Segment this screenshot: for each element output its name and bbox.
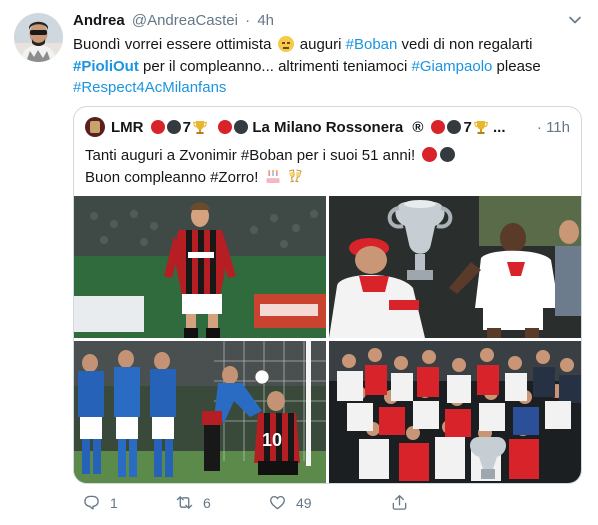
quoted-name-part: 7 — [182, 118, 192, 136]
retweet-button[interactable]: 6 — [176, 494, 211, 511]
text-segment: auguri — [299, 36, 342, 53]
svg-text:10: 10 — [262, 430, 282, 450]
tweet[interactable]: Andrea @AndreaCastei · 4h Buondì vorrei … — [0, 0, 598, 525]
black-circle-icon — [166, 119, 181, 134]
text-segment: Buondì vorrei essere ottimista — [73, 36, 272, 53]
quoted-tweet[interactable]: LMR 7 La Milano Rossonera ® 7 ... · 11h T… — [73, 106, 582, 484]
red-circle-icon — [150, 119, 165, 134]
tweet-header: Andrea @AndreaCastei · 4h — [73, 12, 274, 29]
trophy-icon — [193, 120, 207, 134]
text-segment: per il compleanno... altrimenti teniamoc… — [143, 57, 408, 75]
heart-icon — [270, 495, 285, 510]
author-name[interactable]: Andrea — [73, 12, 125, 29]
media-image[interactable] — [329, 341, 581, 483]
black-circle-icon — [440, 147, 456, 162]
media-grid: 10 — [74, 196, 581, 483]
red-circle-icon — [218, 119, 233, 134]
birthday-cake-icon — [266, 169, 280, 183]
tweet-text: Buondì vorrei essere ottimista auguri #B… — [73, 34, 578, 99]
tweet-time[interactable]: 4h — [257, 12, 274, 29]
author-handle[interactable]: @AndreaCastei — [132, 12, 238, 29]
tweet-actions: 1 6 49 — [73, 494, 543, 518]
chevron-down-icon[interactable] — [568, 13, 582, 27]
text-segment: please — [496, 57, 541, 75]
share-button[interactable] — [391, 494, 418, 511]
text-segment: vedi di non regalarti — [401, 36, 533, 53]
reply-count: 1 — [110, 494, 118, 511]
media-image[interactable]: 10 — [74, 341, 326, 483]
like-button[interactable]: 49 — [269, 494, 312, 511]
separator: · — [536, 119, 542, 136]
quoted-name-part: LMR — [111, 118, 144, 136]
reply-icon — [84, 495, 99, 510]
like-count: 49 — [296, 494, 312, 511]
pensive-face-emoji-icon — [277, 36, 294, 52]
quoted-tweet-time[interactable]: 11h — [546, 119, 570, 136]
separator: · — [245, 12, 251, 29]
hashtag-link[interactable]: #Respect4AcMilanfans — [73, 79, 226, 96]
media-image[interactable] — [329, 196, 581, 338]
quoted-author-name[interactable]: LMR 7 La Milano Rossonera ® 7 ... — [111, 119, 506, 136]
registered-icon: ® — [412, 118, 424, 136]
author-avatar[interactable] — [14, 13, 63, 62]
media-image[interactable] — [74, 196, 326, 338]
retweet-icon — [176, 496, 193, 509]
retweet-count: 6 — [203, 494, 211, 511]
reply-button[interactable]: 1 — [83, 494, 118, 511]
red-circle-icon — [422, 147, 438, 162]
quoted-name-ellipsis: ... — [492, 118, 506, 136]
quoted-text-line-2: Buon compleanno #Zorro! — [85, 168, 259, 186]
quoted-tweet-text: Tanti auguri a Zvonimir #Boban per i suo… — [85, 145, 456, 188]
share-icon — [392, 495, 407, 510]
black-circle-icon — [234, 119, 249, 134]
trophy-icon — [474, 120, 488, 134]
black-circle-icon — [447, 119, 462, 134]
quoted-text-line-1: Tanti auguri a Zvonimir #Boban per i suo… — [85, 147, 416, 164]
quoted-tweet-time-wrap: · 11h — [537, 119, 570, 136]
quoted-tweet-header: LMR 7 La Milano Rossonera ® 7 ... — [85, 117, 506, 137]
red-circle-icon — [431, 119, 446, 134]
clinking-glasses-icon — [288, 168, 302, 182]
quoted-name-part: 7 — [463, 118, 472, 136]
hashtag-link[interactable]: #Boban — [346, 36, 398, 53]
quoted-name-part: La Milano Rossonera — [252, 118, 404, 136]
hashtag-link[interactable]: #Giampaolo — [411, 58, 492, 75]
hashtag-link[interactable]: #PioliOut — [73, 58, 139, 75]
quoted-author-avatar[interactable] — [85, 117, 105, 137]
